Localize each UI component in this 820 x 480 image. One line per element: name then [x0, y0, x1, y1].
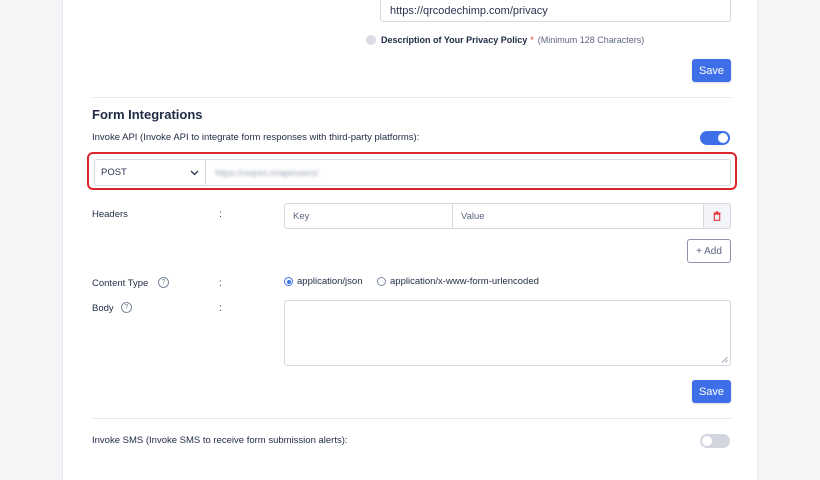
add-header-button[interactable]: + Add	[687, 239, 731, 263]
body-label: Body	[92, 303, 114, 314]
header-value-input[interactable]: Value	[452, 203, 704, 229]
section-divider	[92, 418, 731, 419]
settings-card: https://qrcodechimp.com/privacy Descript…	[62, 0, 758, 480]
header-value-placeholder: Value	[461, 210, 485, 222]
radio-selected-dot	[286, 279, 291, 284]
radio-form-urlencoded[interactable]	[377, 277, 386, 286]
invoke-sms-label: Invoke SMS (Invoke SMS to receive form s…	[92, 435, 348, 446]
privacy-url-input[interactable]: https://qrcodechimp.com/privacy	[380, 0, 731, 22]
resize-handle-icon[interactable]	[721, 356, 728, 363]
form-integrations-heading: Form Integrations	[92, 107, 203, 122]
headers-colon: :	[219, 209, 222, 220]
toggle-knob	[718, 133, 728, 143]
integration-save-button[interactable]: Save	[692, 380, 731, 403]
header-key-input[interactable]: Key	[284, 203, 453, 229]
privacy-description-label: Description of Your Privacy Policy	[381, 35, 528, 45]
privacy-description-row: Description of Your Privacy Policy * (Mi…	[366, 35, 644, 45]
option-application-json[interactable]: application/json	[297, 276, 363, 287]
http-method-select[interactable]: POST	[94, 159, 206, 186]
headers-label: Headers	[92, 209, 128, 220]
header-key-placeholder: Key	[293, 210, 310, 222]
toggle-knob	[702, 436, 712, 446]
http-method-value: POST	[101, 167, 127, 178]
help-icon[interactable]: ?	[121, 302, 132, 313]
body-colon: :	[219, 303, 222, 314]
section-divider	[92, 97, 731, 98]
endpoint-url-input[interactable]: https://reqres.in/api/users/	[205, 159, 731, 186]
chevron-down-icon	[190, 170, 199, 175]
endpoint-url-value: https://reqres.in/api/users/	[215, 167, 319, 178]
privacy-url-value: https://qrcodechimp.com/privacy	[390, 4, 548, 17]
content-type-label: Content Type	[92, 278, 149, 289]
content-type-colon: :	[219, 278, 222, 289]
privacy-radio-icon[interactable]	[366, 35, 376, 45]
body-textarea[interactable]	[284, 300, 731, 366]
help-icon[interactable]: ?	[158, 277, 169, 288]
radio-application-json[interactable]	[284, 277, 293, 286]
trash-icon	[713, 211, 721, 221]
required-mark: *	[530, 35, 534, 45]
option-form-urlencoded[interactable]: application/x-www-form-urlencoded	[390, 276, 539, 287]
invoke-api-label: Invoke API (Invoke API to integrate form…	[92, 132, 420, 143]
invoke-api-toggle[interactable]	[700, 131, 730, 145]
invoke-sms-toggle[interactable]	[700, 434, 730, 448]
privacy-description-hint: (Minimum 128 Characters)	[537, 35, 645, 45]
privacy-save-button[interactable]: Save	[692, 59, 731, 82]
delete-header-button[interactable]	[703, 203, 731, 229]
